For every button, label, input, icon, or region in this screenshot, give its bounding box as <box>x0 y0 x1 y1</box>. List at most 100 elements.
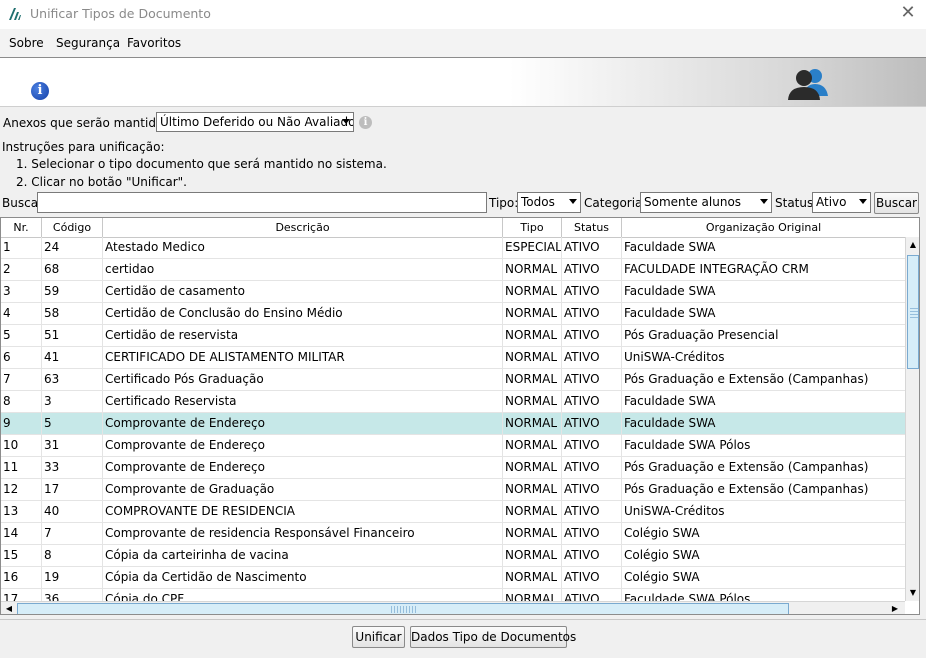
column-header-codigo[interactable]: Código <box>42 218 103 237</box>
cell-codigo: 41 <box>42 347 103 368</box>
annexes-select[interactable]: Último Deferido ou Não Avaliado <box>156 112 354 132</box>
vertical-scrollbar[interactable]: ▲ ▼ <box>905 237 919 601</box>
cell-status: ATIVO <box>562 567 622 588</box>
cell-tipo: NORMAL <box>503 325 562 346</box>
status-label: Status: <box>775 196 818 210</box>
cell-tipo: NORMAL <box>503 435 562 456</box>
users-icon <box>788 69 828 100</box>
cell-organizacao: Pós Graduação Presencial <box>624 328 779 342</box>
column-header-organizacao[interactable]: Organização Original <box>622 218 905 237</box>
table-row[interactable]: 8 3 Certificado Reservista NORMAL ATIVO Facul… <box>1 391 905 413</box>
cell-status: ATIVO <box>562 347 622 368</box>
categoria-label: Categoria: <box>584 196 647 210</box>
cell-descricao: Comprovante de residencia Responsável Fi… <box>103 523 503 544</box>
cell-tipo: NORMAL <box>503 479 562 500</box>
menu-sobre[interactable]: Sobre <box>9 36 44 50</box>
column-header-nr[interactable]: Nr. <box>1 218 42 237</box>
cell-descricao: Certificado Pós Graduação <box>103 369 503 390</box>
horizontal-scrollbar[interactable]: ◀ ▶ <box>1 601 905 614</box>
cell-tipo: NORMAL <box>503 501 562 522</box>
annexes-label: Anexos que serão mantidos: <box>3 116 174 130</box>
cell-descricao: Comprovante de Graduação <box>103 479 503 500</box>
search-button[interactable]: Buscar <box>874 192 919 214</box>
cell-tipo: NORMAL <box>503 281 562 302</box>
categoria-select[interactable]: Somente alunos <box>640 192 772 213</box>
cell-tipo: ESPECIAL <box>503 237 562 258</box>
scroll-left-icon[interactable]: ◀ <box>3 603 15 614</box>
document-type-data-button[interactable]: Dados Tipo de Documentos <box>410 626 576 648</box>
tipo-select[interactable]: Todos <box>517 192 581 213</box>
search-input[interactable] <box>37 192 487 213</box>
table-row[interactable]: 6 41 CERTIFICADO DE ALISTAMENTO MILITAR NOR… <box>1 347 905 369</box>
table-row[interactable]: 9 5 Comprovante de Endereço NORMAL ATIVO Facu… <box>1 413 905 435</box>
cell-organizacao: Colégio SWA <box>624 526 700 540</box>
cell-nr: 10 <box>1 435 42 456</box>
cell-codigo: 17 <box>42 479 103 500</box>
cell-descricao: Comprovante de Endereço <box>103 435 503 456</box>
menu-bar: Sobre Segurança Favoritos <box>0 29 926 58</box>
cell-codigo: 68 <box>42 259 103 280</box>
cell-descricao: Comprovante de Endereço <box>103 457 503 478</box>
cell-codigo: 8 <box>42 545 103 566</box>
cell-organizacao: Faculdade SWA <box>624 416 716 430</box>
dropdown-arrow-icon <box>342 119 350 124</box>
title-bar: Unificar Tipos de Documento ✕ <box>0 0 926 29</box>
horizontal-scroll-thumb[interactable] <box>17 603 789 614</box>
instruction-step-1: 1. Selecionar o tipo documento que será … <box>16 157 387 171</box>
table-row[interactable]: 13 40 COMPROVANTE DE RESIDENCIA NORMAL ATIVO… <box>1 501 905 523</box>
cell-nr: 8 <box>1 391 42 412</box>
table-row[interactable]: 11 33 Comprovante de Endereço NORMAL ATIVO Pó… <box>1 457 905 479</box>
cell-organizacao: Faculdade SWA <box>624 240 716 254</box>
table-row[interactable]: 4 58 Certidão de Conclusão do Ensino Médio… <box>1 303 905 325</box>
table-row[interactable]: 3 59 Certidão de casamento NORMAL ATIVO Facul… <box>1 281 905 303</box>
cell-status: ATIVO <box>562 545 622 566</box>
menu-favoritos[interactable]: Favoritos <box>127 36 181 50</box>
cell-descricao: Comprovante de Endereço <box>103 413 503 434</box>
cell-descricao: Certidão de Conclusão do Ensino Médio <box>103 303 503 324</box>
cell-codigo: 24 <box>42 237 103 258</box>
cell-descricao: Cópia da carteirinha de vacina <box>103 545 503 566</box>
vertical-scroll-thumb[interactable] <box>907 255 919 369</box>
menu-seguranca[interactable]: Segurança <box>56 36 120 50</box>
cell-status: ATIVO <box>562 259 622 280</box>
cell-status: ATIVO <box>562 413 622 434</box>
cell-tipo: NORMAL <box>503 369 562 390</box>
scroll-down-icon[interactable]: ▼ <box>907 587 919 599</box>
cell-organizacao: Faculdade SWA Pólos <box>624 438 751 452</box>
column-header-descricao[interactable]: Descrição <box>103 218 503 237</box>
column-header-status[interactable]: Status <box>562 218 622 237</box>
cell-nr: 3 <box>1 281 42 302</box>
table-row[interactable]: 12 17 Comprovante de Graduação NORMAL ATIVO P… <box>1 479 905 501</box>
cell-nr: 11 <box>1 457 42 478</box>
cell-organizacao: Colégio SWA <box>624 548 700 562</box>
close-icon[interactable]: ✕ <box>898 3 918 23</box>
info-icon[interactable]: i <box>31 82 49 100</box>
cell-tipo: NORMAL <box>503 303 562 324</box>
cell-codigo: 5 <box>42 413 103 434</box>
cell-descricao: Cópia da Certidão de Nascimento <box>103 567 503 588</box>
cell-organizacao: Faculdade SWA <box>624 284 716 298</box>
table-header: Nr. Código Descrição Tipo Status Organiz… <box>1 218 905 238</box>
scroll-up-icon[interactable]: ▲ <box>907 239 919 251</box>
unify-button[interactable]: Unificar <box>352 626 405 648</box>
cell-codigo: 63 <box>42 369 103 390</box>
cell-codigo: 33 <box>42 457 103 478</box>
table-row[interactable]: 10 31 Comprovante de Endereço NORMAL ATIVO Fa… <box>1 435 905 457</box>
table-row[interactable]: 14 7 Comprovante de residencia Responsável… <box>1 523 905 545</box>
table-row[interactable]: 1 24 Atestado Medico ESPECIAL ATIVO Faculdade… <box>1 237 905 259</box>
cell-codigo: 51 <box>42 325 103 346</box>
table-row[interactable]: 2 68 certidao NORMAL ATIVO FACULDADE INTEGRAÇ… <box>1 259 905 281</box>
table-row[interactable]: 7 63 Certificado Pós Graduação NORMAL ATIVO P… <box>1 369 905 391</box>
status-select[interactable]: Ativo <box>812 192 871 213</box>
cell-tipo: NORMAL <box>503 413 562 434</box>
column-header-tipo[interactable]: Tipo <box>503 218 562 237</box>
dropdown-arrow-icon <box>569 199 577 204</box>
table-row[interactable]: 15 8 Cópia da carteirinha de vacina NORMAL A… <box>1 545 905 567</box>
cell-codigo: 3 <box>42 391 103 412</box>
scroll-right-icon[interactable]: ▶ <box>889 603 901 614</box>
table-row[interactable]: 5 51 Certidão de reservista NORMAL ATIVO Pós … <box>1 325 905 347</box>
table-row[interactable]: 16 19 Cópia da Certidão de Nascimento NORMA… <box>1 567 905 589</box>
cell-organizacao: UniSWA-Créditos <box>624 350 725 364</box>
dropdown-arrow-icon <box>760 199 768 204</box>
help-icon[interactable]: i <box>359 116 372 129</box>
